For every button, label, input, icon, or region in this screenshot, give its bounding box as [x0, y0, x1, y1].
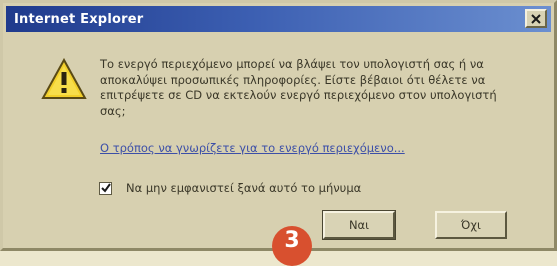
window-title: Internet Explorer	[14, 11, 144, 27]
step-number-badge: 3	[272, 226, 312, 266]
dont-show-again-label: Να μην εμφανιστεί ξανά αυτό το μήνυμα	[126, 181, 362, 195]
step-number: 3	[284, 227, 300, 253]
dialog-message: Το ενεργό περιεχόμενο μπορεί να βλάψει τ…	[100, 57, 497, 118]
no-button[interactable]: Όχι	[435, 211, 507, 239]
yes-button[interactable]: Ναι	[322, 210, 396, 240]
title-bar[interactable]: Internet Explorer	[6, 6, 551, 32]
warning-triangle-icon	[41, 58, 87, 99]
dont-show-again-checkbox[interactable]	[99, 181, 112, 195]
active-content-help-link[interactable]: Ο τρόπος να γνωρίζετε για το ενεργό περι…	[100, 141, 520, 155]
close-icon	[531, 13, 541, 24]
close-button[interactable]	[525, 9, 547, 28]
checkmark-icon	[100, 183, 111, 193]
security-warning-dialog: Internet Explorer Το ενεργό περιεχόμενο …	[0, 0, 557, 251]
dont-show-again-row[interactable]: Να μην εμφανιστεί ξανά αυτό το μήνυμα	[99, 181, 361, 195]
